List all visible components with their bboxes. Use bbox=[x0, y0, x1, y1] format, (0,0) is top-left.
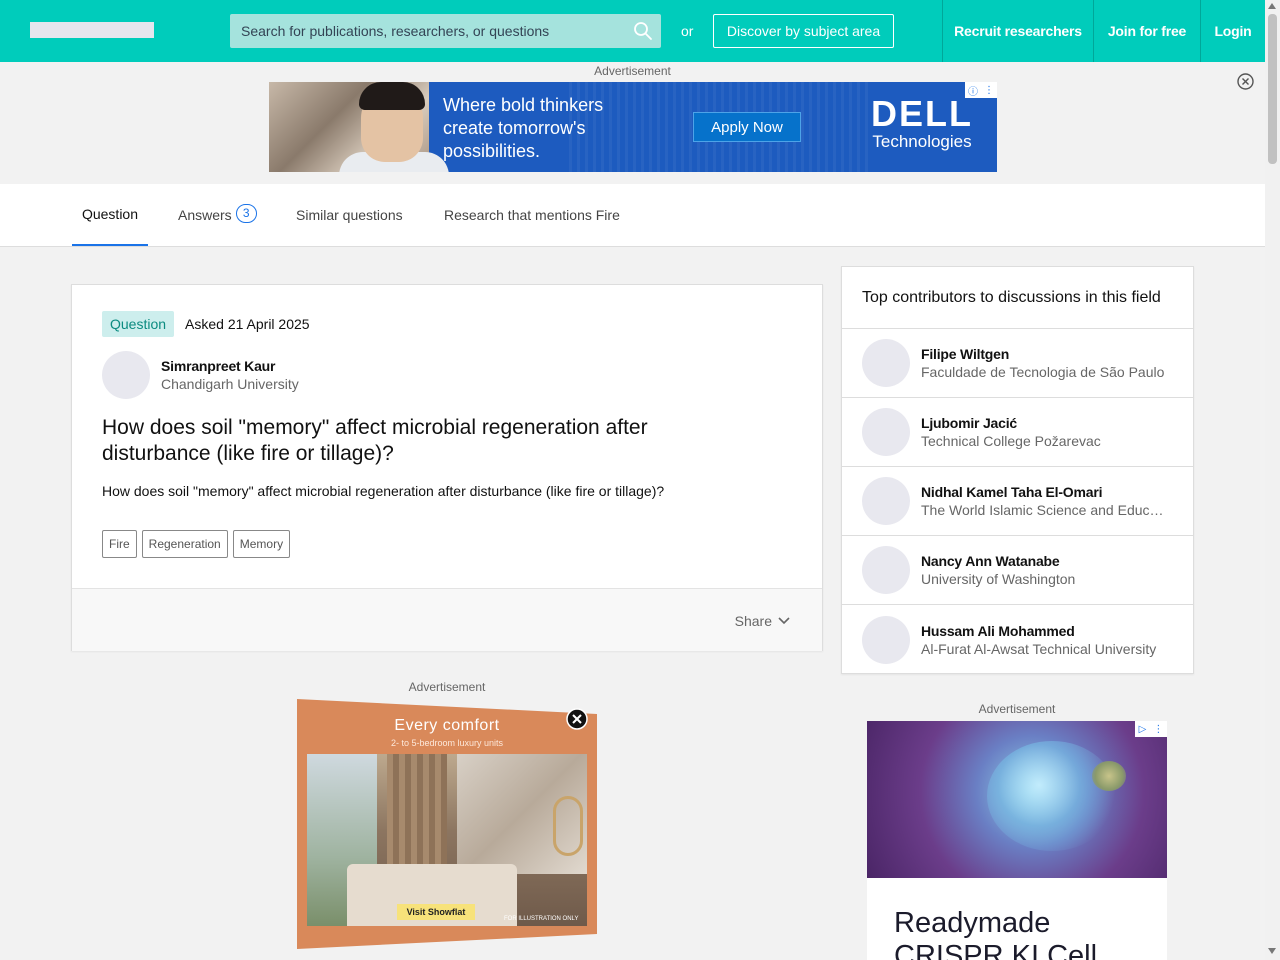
question-author[interactable]: Simranpreet Kaur Chandigarh University bbox=[102, 351, 299, 399]
ad-disclaimer: FOR ILLUSTRATION ONLY bbox=[504, 916, 579, 922]
adchoices-icon[interactable]: ⓘ ⋮ bbox=[965, 82, 997, 98]
question-footer: Share bbox=[72, 588, 822, 651]
ad-headline: Readymade CRISPR KI Cell bbox=[894, 907, 1098, 960]
contributor-institution: Technical College Požarevac bbox=[921, 433, 1101, 449]
or-separator: or bbox=[681, 23, 694, 39]
avatar[interactable] bbox=[102, 351, 150, 399]
tab-research-mentions[interactable]: Research that mentions Fire bbox=[444, 184, 620, 246]
search-input[interactable] bbox=[230, 14, 661, 48]
join-for-free-link[interactable]: Join for free bbox=[1093, 0, 1200, 62]
question-meta: Question Asked 21 April 2025 bbox=[102, 311, 310, 337]
adchoices-icon[interactable]: ▷ ⋮ bbox=[1135, 721, 1167, 737]
comfort-ad[interactable]: Every comfort 2- to 5-bedroom luxury uni… bbox=[297, 699, 597, 949]
contributor-item[interactable]: Hussam Ali Mohammed Al-Furat Al-Awsat Te… bbox=[842, 605, 1193, 674]
avatar[interactable] bbox=[862, 546, 910, 594]
crispr-ad[interactable]: ▷ ⋮ Readymade CRISPR KI Cell bbox=[867, 721, 1167, 960]
contributor-item[interactable]: Nidhal Kamel Taha El-Omari The World Isl… bbox=[842, 467, 1193, 536]
avatar[interactable] bbox=[862, 477, 910, 525]
author-institution[interactable]: Chandigarh University bbox=[161, 376, 299, 392]
contributor-item[interactable]: Nancy Ann Watanabe University of Washing… bbox=[842, 536, 1193, 605]
author-name[interactable]: Simranpreet Kaur bbox=[161, 358, 299, 374]
ad-label: Advertisement bbox=[594, 64, 671, 78]
contributor-name[interactable]: Nancy Ann Watanabe bbox=[921, 553, 1171, 569]
contributors-title: Top contributors to discussions in this … bbox=[842, 267, 1193, 329]
ad-headline: Where bold thinkers create tomorrow's po… bbox=[443, 95, 604, 161]
scrollbar-thumb[interactable] bbox=[1268, 14, 1277, 164]
tab-question[interactable]: Question bbox=[72, 184, 148, 246]
close-ad-icon[interactable] bbox=[566, 708, 588, 730]
ad-label: Advertisement bbox=[978, 702, 1056, 716]
ad-photo bbox=[867, 721, 1167, 878]
top-ad-area: Advertisement Where bold thinkers create… bbox=[0, 62, 1265, 184]
ad-photo bbox=[269, 82, 449, 172]
scroll-up-arrow-icon[interactable] bbox=[1268, 3, 1276, 9]
top-navigation-bar: or Discover by subject area Recruit rese… bbox=[0, 0, 1265, 62]
avatar[interactable] bbox=[862, 615, 910, 664]
question-badge: Question bbox=[102, 311, 175, 337]
ad-subtitle: 2- to 5-bedroom luxury units bbox=[390, 738, 504, 748]
tag-list: Fire Regeneration Memory bbox=[102, 530, 291, 558]
ad-headline: Every comfort bbox=[394, 717, 500, 734]
site-logo[interactable] bbox=[30, 22, 154, 38]
dell-banner-ad[interactable]: Where bold thinkers create tomorrow's po… bbox=[269, 82, 997, 172]
tag-memory[interactable]: Memory bbox=[232, 530, 291, 558]
dell-logo: DELL Technologies bbox=[871, 93, 973, 152]
page-scrollbar[interactable] bbox=[1265, 0, 1280, 960]
contributor-institution: University of Washington bbox=[921, 571, 1076, 587]
search-box[interactable] bbox=[230, 14, 661, 48]
contributor-item[interactable]: Filipe Wiltgen Faculdade de Tecnologia d… bbox=[842, 329, 1193, 398]
avatar[interactable] bbox=[862, 408, 910, 456]
contributor-name[interactable]: Hussam Ali Mohammed bbox=[921, 623, 1171, 639]
contributor-institution: Faculdade de Tecnologia de São Paulo bbox=[921, 364, 1165, 380]
scroll-down-arrow-icon[interactable] bbox=[1268, 948, 1276, 954]
question-card: Question Asked 21 April 2025 Simranpreet… bbox=[71, 284, 823, 651]
discover-by-subject-button[interactable]: Discover by subject area bbox=[713, 14, 894, 48]
ad-label: Advertisement bbox=[408, 680, 486, 694]
answer-count-badge: 3 bbox=[235, 203, 257, 223]
tag-regeneration[interactable]: Regeneration bbox=[141, 530, 228, 558]
ad-apply-button[interactable]: Apply Now bbox=[693, 112, 801, 142]
question-title: How does soil "memory" affect microbial … bbox=[102, 416, 648, 465]
tab-similar-questions[interactable]: Similar questions bbox=[296, 184, 403, 246]
contributor-item[interactable]: Ljubomir Jacić Technical College Požarev… bbox=[842, 398, 1193, 467]
contributor-name[interactable]: Filipe Wiltgen bbox=[921, 346, 1171, 362]
tabs-bar: Question Answers 3 Similar questions Res… bbox=[0, 184, 1265, 247]
contributor-name[interactable]: Nidhal Kamel Taha El-Omari bbox=[921, 484, 1171, 500]
top-contributors-card: Top contributors to discussions in this … bbox=[841, 266, 1194, 674]
recruit-researchers-link[interactable]: Recruit researchers bbox=[942, 0, 1093, 62]
search-icon[interactable] bbox=[633, 21, 653, 41]
tag-fire[interactable]: Fire bbox=[102, 530, 137, 558]
ad-photo bbox=[307, 754, 587, 926]
question-body: How does soil "memory" affect microbial … bbox=[102, 483, 665, 499]
contributor-name[interactable]: Ljubomir Jacić bbox=[921, 415, 1171, 431]
avatar[interactable] bbox=[862, 339, 910, 387]
contributor-institution: The World Islamic Science and Education … bbox=[921, 502, 1171, 518]
contributor-institution: Al-Furat Al-Awsat Technical University bbox=[921, 640, 1157, 657]
close-ad-icon[interactable] bbox=[1237, 73, 1254, 90]
asked-date: Asked 21 April 2025 bbox=[185, 316, 310, 332]
tab-answers[interactable]: Answers 3 bbox=[178, 184, 257, 246]
share-button[interactable]: Share bbox=[735, 613, 790, 629]
login-link[interactable]: Login bbox=[1200, 0, 1265, 62]
chevron-down-icon bbox=[778, 617, 790, 625]
visit-showflat-button[interactable]: Visit Showflat bbox=[397, 904, 475, 920]
